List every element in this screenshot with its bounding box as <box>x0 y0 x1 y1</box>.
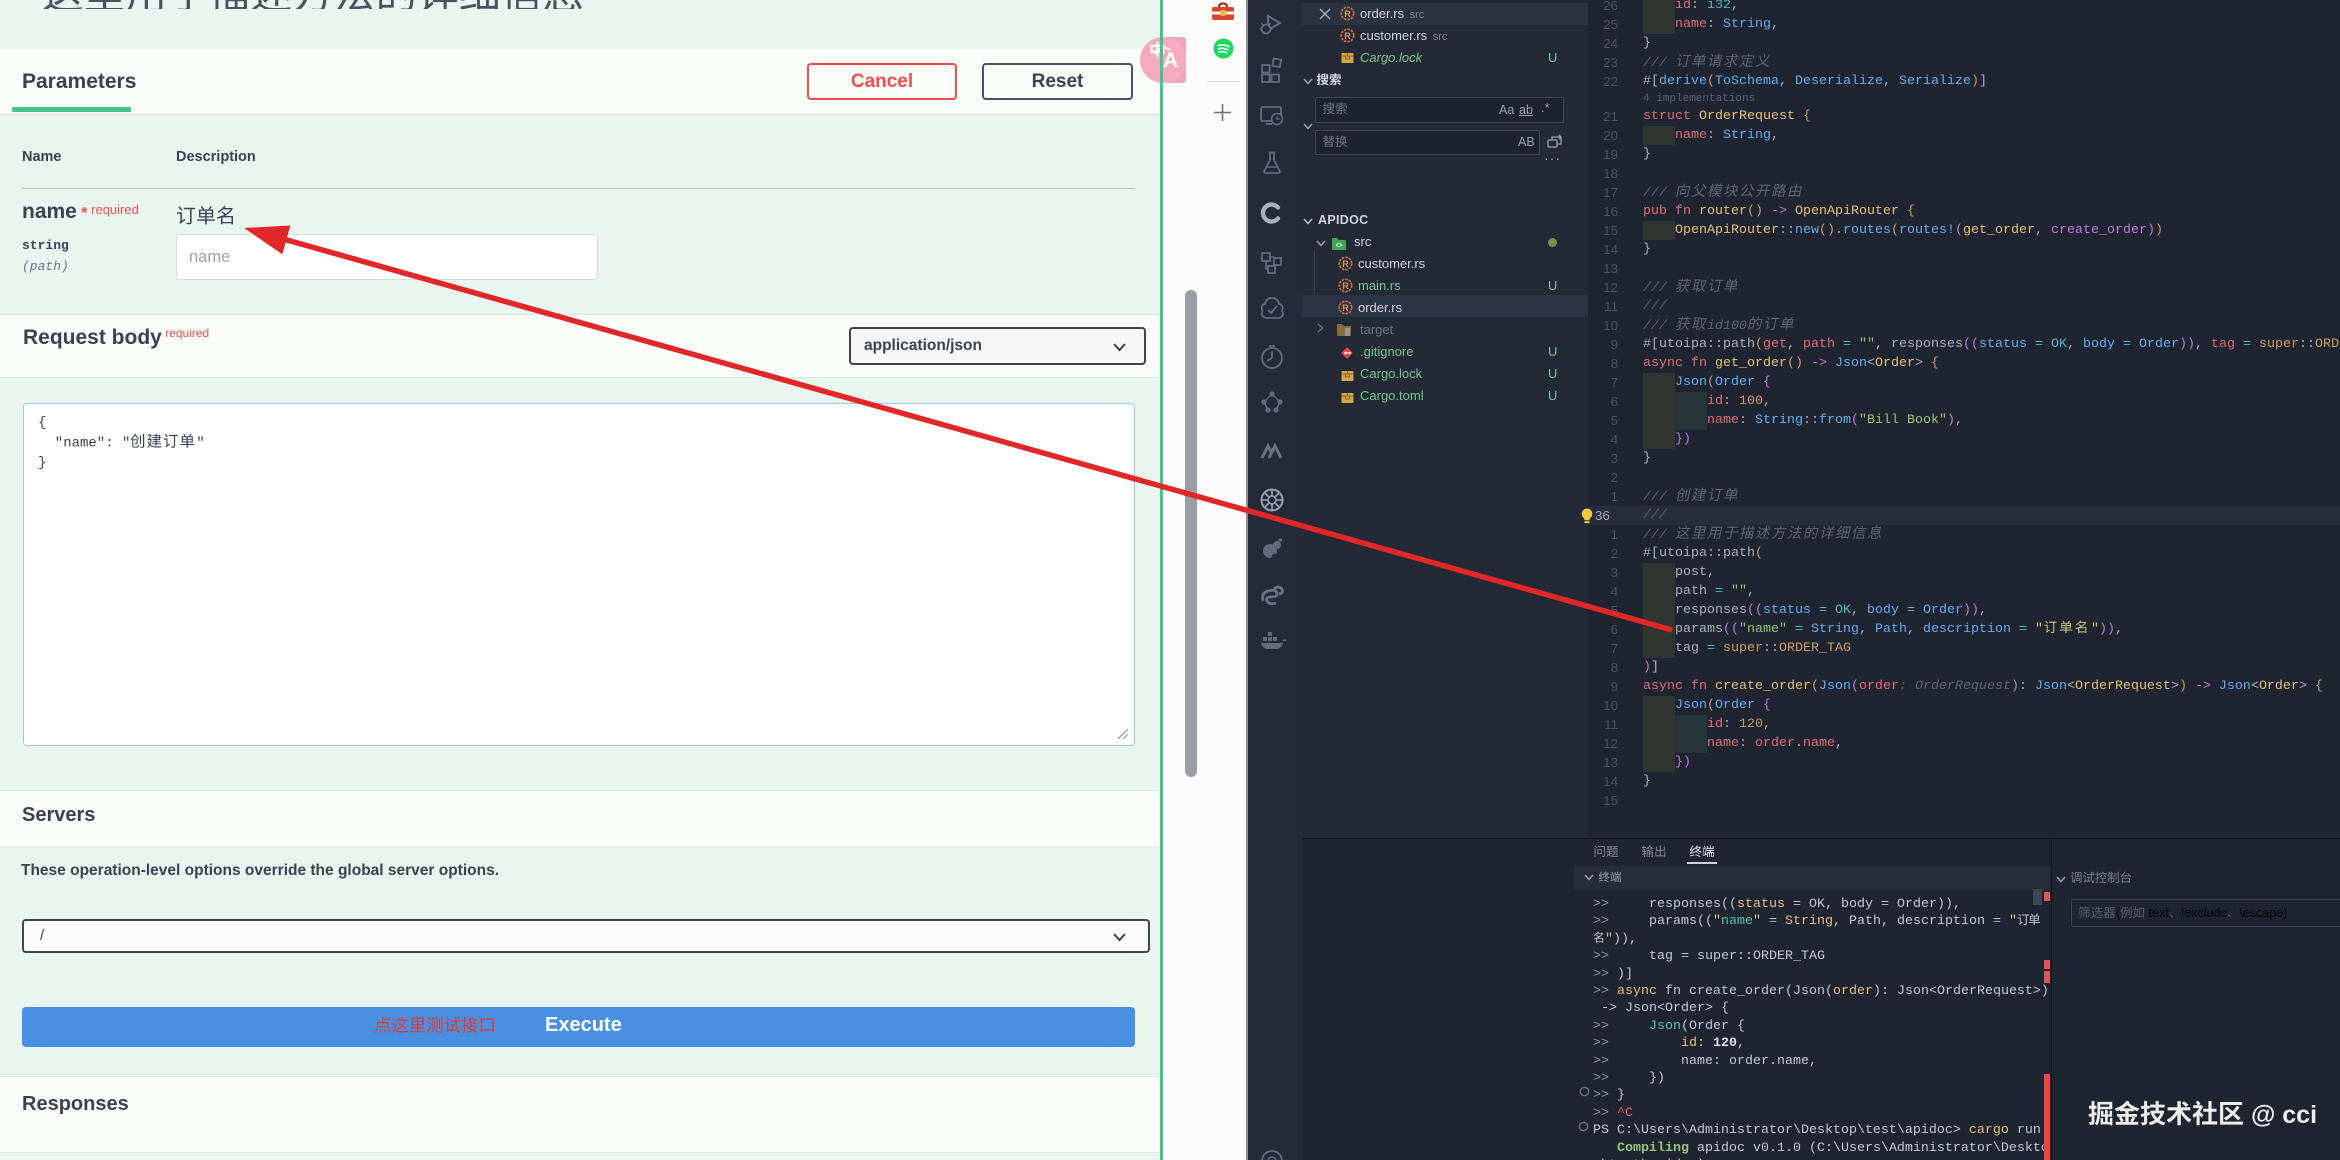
svg-text:R: R <box>1342 259 1349 269</box>
svg-text:R: R <box>1342 281 1349 291</box>
svg-text:R: R <box>1342 303 1349 313</box>
svg-text:R: R <box>1344 9 1351 19</box>
svg-text:R: R <box>1344 31 1351 41</box>
